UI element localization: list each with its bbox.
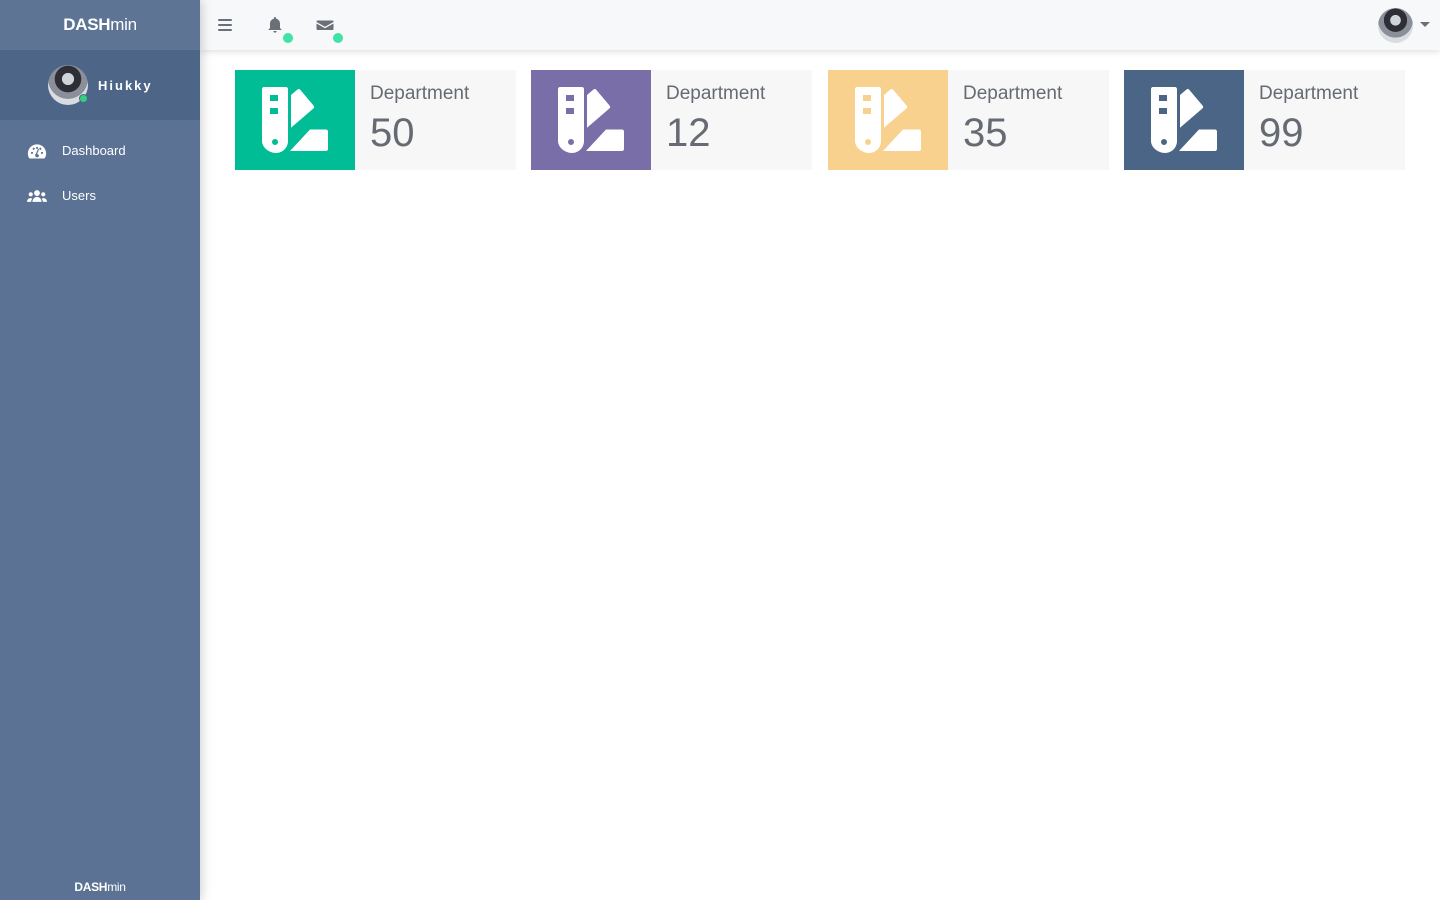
menu-icon [218, 19, 232, 31]
sidebar-item-label: Dashboard [62, 143, 126, 158]
card-label: Department [370, 83, 470, 104]
swatchbook-icon [855, 87, 921, 153]
sidebar-item-label: Users [62, 188, 96, 203]
brand-thin: min [110, 15, 137, 34]
footer-thin: min [107, 880, 126, 894]
caret-down-icon[interactable] [1420, 22, 1430, 27]
card-text: Department 35 [948, 70, 1062, 170]
menu-toggle-button[interactable] [214, 14, 236, 36]
swatchbook-icon [1151, 87, 1217, 153]
footer-bold: DASH [74, 880, 108, 894]
main-content: Department 50 Department 12 Department 3… [200, 50, 1440, 900]
brand-bold: DASH [63, 15, 111, 34]
card-text: Department 99 [1244, 70, 1358, 170]
messages-button[interactable] [314, 14, 343, 43]
card-icon-box [828, 70, 948, 170]
department-card[interactable]: Department 12 [531, 70, 812, 170]
brand-logo[interactable]: DASH min [0, 0, 200, 50]
tachometer-icon [27, 143, 47, 158]
card-text: Department 50 [355, 70, 469, 170]
message-dot [333, 33, 343, 43]
sidebar-menu: Dashboard Users [0, 128, 200, 218]
online-status-dot [79, 94, 88, 103]
bell-icon [268, 17, 282, 33]
notification-dot [283, 33, 293, 43]
profile-avatar[interactable] [1378, 8, 1413, 43]
user-name: Hiukky [98, 77, 153, 93]
card-value: 50 [370, 111, 415, 155]
user-panel: Hiukky [0, 50, 200, 120]
department-card[interactable]: Department 35 [828, 70, 1109, 170]
sidebar: DASH min Hiukky Dashboard Users DASHmin [0, 0, 200, 900]
notifications-button[interactable] [264, 14, 293, 43]
card-label: Department [666, 83, 766, 104]
envelope-icon [316, 20, 334, 30]
card-value: 99 [1259, 111, 1304, 155]
card-icon-box [235, 70, 355, 170]
avatar[interactable] [48, 65, 88, 105]
users-icon [27, 189, 47, 202]
sidebar-item-users[interactable]: Users [0, 173, 200, 218]
swatchbook-icon [558, 87, 624, 153]
card-value: 12 [666, 111, 711, 155]
card-icon-box [1124, 70, 1244, 170]
card-value: 35 [963, 111, 1008, 155]
department-card[interactable]: Department 99 [1124, 70, 1405, 170]
department-card[interactable]: Department 50 [235, 70, 516, 170]
sidebar-item-dashboard[interactable]: Dashboard [0, 128, 200, 173]
topbar [200, 0, 1440, 50]
swatchbook-icon [262, 87, 328, 153]
card-label: Department [1259, 83, 1359, 104]
card-label: Department [963, 83, 1063, 104]
sidebar-footer-logo: DASHmin [0, 880, 200, 894]
card-icon-box [531, 70, 651, 170]
card-text: Department 12 [651, 70, 765, 170]
